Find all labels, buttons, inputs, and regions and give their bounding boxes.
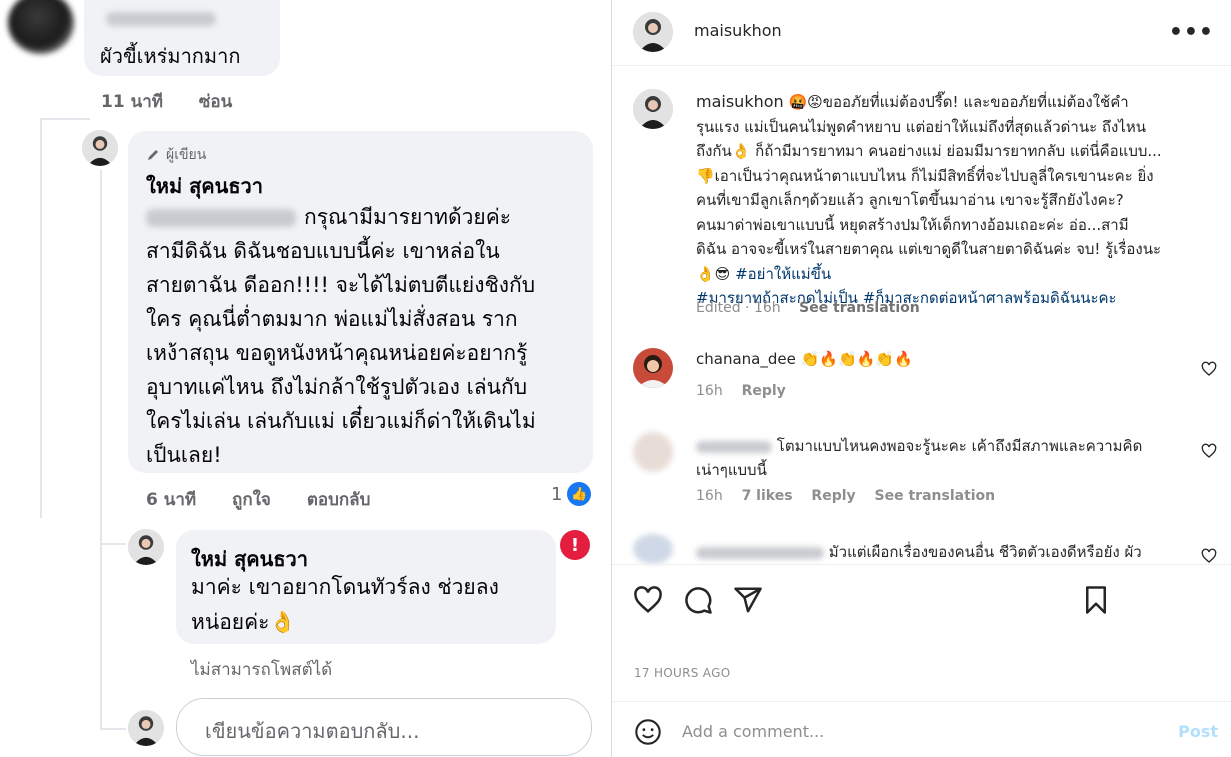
comment-time: 16h [696,383,723,399]
like-count-value: 1 [551,483,563,505]
share-icon[interactable] [733,585,763,615]
profile-avatar[interactable] [633,12,673,52]
emoji-icon[interactable] [634,718,662,746]
reply-line: อุบาทแค่ไหน ถึงไม่กล้าใช้รูปตัวเอง เล่นก… [146,375,528,399]
reply-input[interactable]: เขียนข้อความตอบกลับ... [176,698,592,756]
error-icon: ! [560,530,590,560]
bookmark-icon[interactable] [1081,585,1111,615]
caption-line: รุนแรง แม่เป็นคนไม่พูดคำหยาบ แต่อย่าให้แ… [696,117,1146,136]
post-button[interactable]: Post [1178,722,1218,741]
see-translation-link[interactable]: See translation [875,488,996,504]
caption-line: 🤬😡ขออภัยที่แม่ต้องปรี๊ด! และขออภัยที่แม่… [788,93,1129,111]
blurred-avatar [8,0,74,54]
reply-line: มาค่ะ เขาอยากโดนทัวร์ลง ช่วยลง [191,575,499,599]
like-comment-icon[interactable] [1201,361,1217,377]
reply-line: ใครไม่เล่น เล่นกับแม่ เดี๋ยวแม่ก็ด่าให้เ… [146,409,536,433]
blurred-commenter-avatar [633,432,673,472]
like-comment-icon[interactable] [1201,443,1217,459]
reply-line: สามีดิฉัน ดิฉันชอบแบบนี้ค่ะ เขาหล่อใน [146,239,500,263]
second-reply-text: มาค่ะ เขาอยากโดนทัวร์ลง ช่วยลง หน่อยค่ะ👌 [191,570,499,640]
caption-line: 👎เอาเป็นว่าคุณหน้าตาแบบไหน ก็ไม่มีสิทธิ์… [696,166,1154,185]
caption-line: คนที่เขามีลูกเล็กๆด้วยแล้ว ลูกเขาโตขึ้นม… [696,191,1124,209]
my-avatar [128,710,164,746]
blurred-mention [146,209,296,227]
action-bar: 17 HOURS AGO [612,564,1231,694]
facebook-thread: ผัวขี้เหร่มากมาก 11 นาที ซ่อน ผู้เขียน ใ… [0,0,611,757]
reply-line: หน่อยค่ะ👌 [191,610,296,634]
thread-line [40,118,42,518]
author-reply-meta: 6 นาที ถูกใจ ตอบกลับ [146,486,400,513]
more-icon[interactable]: ••• [1169,20,1214,45]
thumbs-up-icon: 👍 [567,482,592,506]
hashtag-link[interactable]: #อย่าให้แม่ขึ้น [735,265,831,283]
caption: maisukhon 🤬😡ขออภัยที่แม่ต้องปรี๊ด! และขอ… [696,90,1216,311]
add-comment-bar: Add a comment... Post [612,701,1231,757]
reply-line: ใคร คุณนี่ต่ำตมมาก พ่อแม่ไม่สั่งสอน ราก [146,307,518,331]
comment-text: เน่าๆแบบนี้ [696,461,767,479]
blurred-commenter-name [106,12,216,26]
comment-text: 👏🔥👏🔥👏🔥 [800,350,913,368]
reply-button[interactable]: ตอบกลับ [307,490,371,510]
author-reply-text: กรุณามีมารยาทด้วยค่ะ สามีดิฉัน ดิฉันชอบแ… [146,200,536,472]
post-time-ago[interactable]: 17 HOURS AGO [634,666,730,680]
author-name[interactable]: ใหม่ สุคนธวา [146,170,263,202]
blurred-username [696,546,824,559]
reply-line: กรุณามีมารยาทด้วยค่ะ [304,205,512,229]
see-translation-link[interactable]: See translation [799,300,920,316]
reply-link[interactable]: Reply [742,383,786,399]
pencil-icon [148,150,158,160]
post-header: maisukhon ••• [612,0,1231,66]
instagram-post: maisukhon ••• maisukhon 🤬😡ขออภัยที่แม่ต้… [611,0,1231,757]
author-tag-label: ผู้เขียน [166,147,207,163]
comment-icon[interactable] [683,585,713,615]
caption-line: ถึงกัน👌 ก็ถ้ามีมารยาทมา คนอย่างแม่ ย่อมม… [696,142,1162,160]
author-avatar[interactable] [128,529,164,565]
top-comment-text: ผัวขี้เหร่มากมาก [100,44,241,68]
thread-line-inner [100,170,102,730]
thread-connector [40,118,90,120]
comment-time: 16h [696,488,723,504]
like-count[interactable]: 1 👍 [551,482,592,506]
reply-line: เหง้าสถุน ขอดูหนังหน้าคุณหน่อยค่ะอยากรู้ [146,341,528,365]
caption-emoji: 👌😎 [696,264,731,283]
like-button[interactable]: ถูกใจ [232,490,271,510]
hide-button[interactable]: ซ่อน [199,92,232,112]
comment-text: โตมาแบบไหนคงพอจะรู้นะคะ เค้าถึงมีสภาพและ… [776,437,1143,455]
blurred-username [696,440,772,453]
reply-link[interactable]: Reply [811,488,855,504]
edited-time: Edited · 16h [696,300,781,316]
post-error-text: ไม่สามารถโพสต์ได้ [191,660,333,680]
caption-meta: Edited · 16h See translation [696,300,920,316]
top-comment-time: 11 นาที [101,92,163,112]
comment-1-meta: 16h Reply [696,383,800,399]
caption-username[interactable]: maisukhon [696,92,784,111]
reply-line: เป็นเลย! [146,443,222,467]
comment-username[interactable]: chanana_dee [696,350,796,368]
add-comment-input[interactable]: Add a comment... [682,722,824,741]
comment-2-meta: 16h 7 likes Reply See translation [696,488,1009,504]
thread-connector [100,728,126,730]
comment-2: โตมาแบบไหนคงพอจะรู้นะคะ เค้าถึงมีสภาพและ… [696,434,1142,458]
top-comment-meta: 11 นาที ซ่อน [101,88,262,115]
heart-icon[interactable] [633,585,663,615]
blurred-commenter-avatar [633,534,673,564]
header-username[interactable]: maisukhon [694,21,782,40]
reply-line: สายตาฉัน ดีออก!!!! จะได้ไม่ตบตีแย่งชิงกั… [146,273,536,297]
author-avatar[interactable] [82,130,118,166]
comment-1: chanana_dee 👏🔥👏🔥👏🔥 [696,350,913,368]
comment-3: มัวแต่เผือกเรื่องของคนอื่น ชีวิตตัวเองดี… [696,540,1142,564]
thread-connector [100,543,126,545]
reply-time: 6 นาที [146,490,197,510]
caption-line: ดิฉัน อาจจะขี้เหร่ในสายตาคุณ แต่เขาดูดีใ… [696,240,1162,258]
commenter-avatar[interactable] [633,348,673,388]
comment-text: มัวแต่เผือกเรื่องของคนอื่น ชีวิตตัวเองดี… [828,543,1142,561]
author-tag: ผู้เขียน [146,144,206,166]
caption-line: คนมาด่าพ่อเขาแบบนี้ หยุดสร้างปมให้เด็กทา… [696,215,1129,234]
like-comment-icon[interactable] [1201,548,1217,564]
comment-likes[interactable]: 7 likes [742,488,793,504]
caption-avatar[interactable] [633,89,673,129]
